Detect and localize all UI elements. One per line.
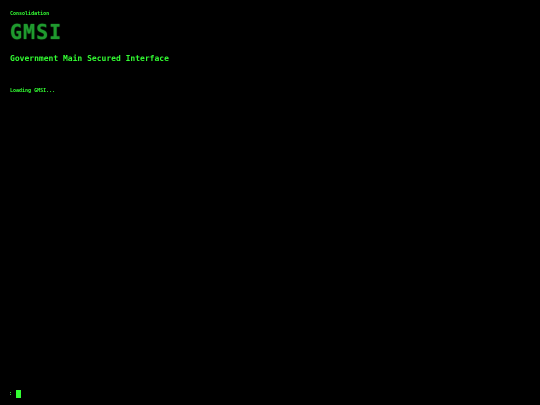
terminal-screen: Consolidation GMSI Government Main Secur… [0, 0, 540, 405]
context-label: Consolidation [10, 11, 50, 17]
text-cursor[interactable] [16, 390, 22, 398]
command-prompt[interactable]: : [9, 390, 22, 398]
gmsi-logo: GMSI [10, 21, 62, 43]
logo-text: GMSI [10, 20, 63, 44]
loading-status: Loading GMSI... [10, 88, 56, 94]
prompt-symbol: : [9, 391, 13, 397]
page-subtitle: Government Main Secured Interface [10, 54, 169, 63]
